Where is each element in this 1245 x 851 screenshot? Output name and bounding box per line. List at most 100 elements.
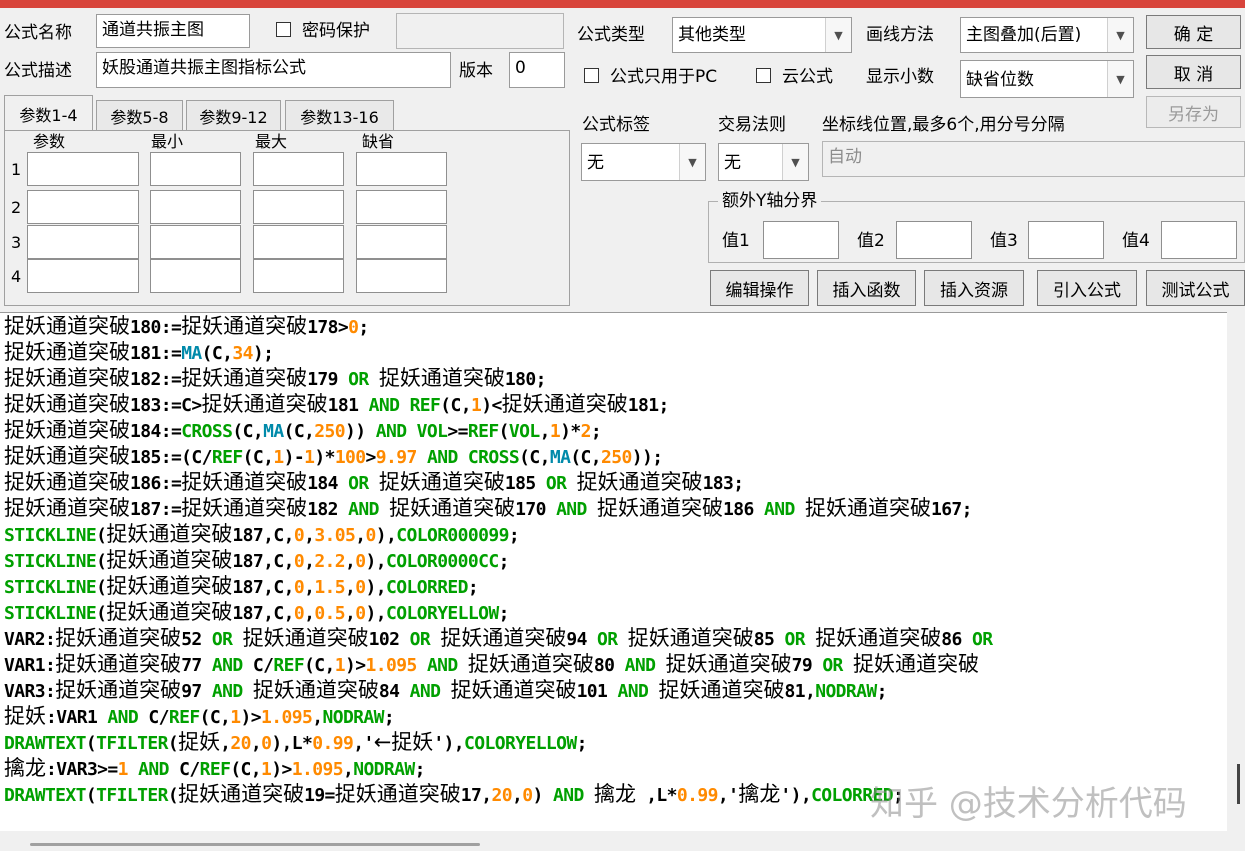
param-max-input[interactable] (253, 225, 344, 259)
version-input[interactable]: 0 (509, 52, 565, 88)
code-token: 170 (515, 499, 557, 520)
horizontal-scroll-thumb[interactable] (30, 843, 480, 846)
ok-button[interactable]: 确 定 (1146, 15, 1241, 49)
formula-type-select[interactable]: 其他类型 ▼ (672, 17, 852, 53)
code-content: 捉妖通道突破180:=捉妖通道突破178>0; 捉妖通道突破181:=MA(C,3… (4, 313, 1227, 807)
version-label: 版本 (459, 61, 493, 81)
code-line: 捉妖通道突破180:=捉妖通道突破178>0; (4, 313, 1227, 339)
value4-input[interactable] (1161, 221, 1237, 259)
code-token: 20 (491, 785, 513, 806)
insert-resource-button[interactable]: 插入资源 (924, 270, 1024, 306)
param-default-input[interactable] (356, 152, 447, 186)
code-token: MA (181, 343, 202, 364)
value2-input[interactable] (896, 221, 972, 259)
code-token: COLOR000099 (396, 525, 509, 546)
cancel-button[interactable]: 取 消 (1146, 55, 1241, 89)
param-name-input[interactable] (27, 152, 139, 186)
code-token: 1.5 (314, 577, 346, 598)
param-min-input[interactable] (150, 190, 241, 224)
param-default-input[interactable] (356, 190, 447, 224)
param-name-input[interactable] (27, 225, 139, 259)
code-token: ), (365, 603, 387, 624)
param-default-input[interactable] (356, 259, 447, 293)
code-line: 捉妖:VAR1 AND C/REF(C,1)>1.095,NODRAW; (4, 703, 1227, 729)
formula-tag-label: 公式标签 (582, 115, 650, 135)
tab-params-5-8[interactable]: 参数5-8 (96, 100, 183, 130)
code-line: VAR3:捉妖通道突破97 AND 捉妖通道突破84 AND 捉妖通道突破101… (4, 677, 1227, 703)
code-token: , (304, 551, 315, 572)
formula-tag-select[interactable]: 无 ▼ (581, 143, 706, 181)
code-token: ; (498, 551, 510, 572)
chevron-down-icon[interactable]: ▼ (782, 144, 808, 180)
chevron-down-icon[interactable]: ▼ (1107, 61, 1133, 97)
code-token: , (355, 525, 366, 546)
code-line: 捉妖通道突破185:=(C/REF(C,1)-1)*100>9.97 AND C… (4, 443, 1227, 469)
code-token: 167; (930, 499, 973, 520)
draw-method-select[interactable]: 主图叠加(后置) ▼ (960, 17, 1134, 53)
param-min-input[interactable] (150, 259, 241, 293)
code-token: 捉妖通道突破 (450, 678, 577, 702)
param-max-input[interactable] (253, 259, 344, 293)
code-token: 捉妖 (178, 730, 221, 754)
param-max-input[interactable] (253, 152, 344, 186)
code-token: 181; (627, 395, 670, 416)
decimals-select[interactable]: 缺省位数 ▼ (960, 60, 1134, 98)
insert-function-button[interactable]: 插入函数 (817, 270, 916, 306)
import-formula-button[interactable]: 引入公式 (1037, 270, 1137, 306)
save-as-button[interactable]: 另存为 (1146, 96, 1241, 128)
password-input[interactable] (396, 13, 564, 49)
pc-only-checkbox[interactable] (584, 68, 599, 83)
vertical-scroll-thumb[interactable] (1237, 764, 1240, 804)
test-formula-button[interactable]: 测试公式 (1146, 270, 1245, 306)
code-token: 187:= (130, 499, 182, 520)
code-token: ,L* (635, 785, 677, 806)
param-row-number: 2 (11, 198, 22, 217)
code-token: , (220, 733, 231, 754)
param-name-input[interactable] (27, 190, 139, 224)
formula-name-input[interactable]: 通道共振主图 (96, 14, 250, 48)
param-max-input[interactable] (253, 190, 344, 224)
trade-rule-select[interactable]: 无 ▼ (718, 143, 809, 181)
formula-name-label: 公式名称 (4, 23, 72, 43)
code-line: STICKLINE(捉妖通道突破187,C,0,1.5,0),COLORRED; (4, 573, 1227, 599)
code-token: (C, (199, 707, 231, 728)
param-min-input[interactable] (150, 225, 241, 259)
vertical-scrollbar[interactable] (1227, 312, 1245, 851)
code-token: AND (348, 499, 379, 520)
code-token: REF (273, 655, 305, 676)
code-token: 17, (460, 785, 492, 806)
password-checkbox[interactable] (276, 22, 291, 37)
code-token: ( (96, 577, 107, 598)
param-min-input[interactable] (150, 152, 241, 186)
code-line: 捉妖通道突破181:=MA(C,34); (4, 339, 1227, 365)
value3-input[interactable] (1028, 221, 1104, 259)
code-token: VAR3: (4, 681, 56, 702)
value1-input[interactable] (763, 221, 839, 259)
param-default-input[interactable] (356, 225, 447, 259)
tab-params-13-16[interactable]: 参数13-16 (285, 100, 394, 130)
chevron-down-icon[interactable]: ▼ (679, 144, 705, 180)
param-name-input[interactable] (27, 259, 139, 293)
cloud-checkbox[interactable] (756, 68, 771, 83)
chevron-down-icon[interactable]: ▼ (1107, 18, 1133, 52)
code-token: 1 (304, 447, 315, 468)
horizontal-scrollbar[interactable] (0, 831, 1227, 851)
tab-params-1-4[interactable]: 参数1-4 (4, 95, 93, 131)
code-token: (C, (519, 447, 550, 468)
code-token: 捉妖通道突破 (665, 652, 792, 676)
formula-desc-input[interactable]: 妖股通道共振主图指标公式 (96, 52, 451, 88)
edit-ops-button[interactable]: 编辑操作 (710, 270, 809, 306)
code-line: 捉妖通道突破183:=C>捉妖通道突破181 AND REF(C,1)<捉妖通道… (4, 391, 1227, 417)
formula-code-editor[interactable]: 捉妖通道突破180:=捉妖通道突破178>0; 捉妖通道突破181:=MA(C,3… (0, 312, 1227, 831)
code-token: 183; (702, 473, 745, 494)
axis-lines-input[interactable]: 自动 (822, 141, 1245, 177)
tab-params-9-12[interactable]: 参数9-12 (186, 100, 281, 130)
code-token: ; (590, 421, 602, 442)
code-token: 1 (261, 759, 272, 780)
chevron-down-icon[interactable]: ▼ (825, 18, 851, 52)
